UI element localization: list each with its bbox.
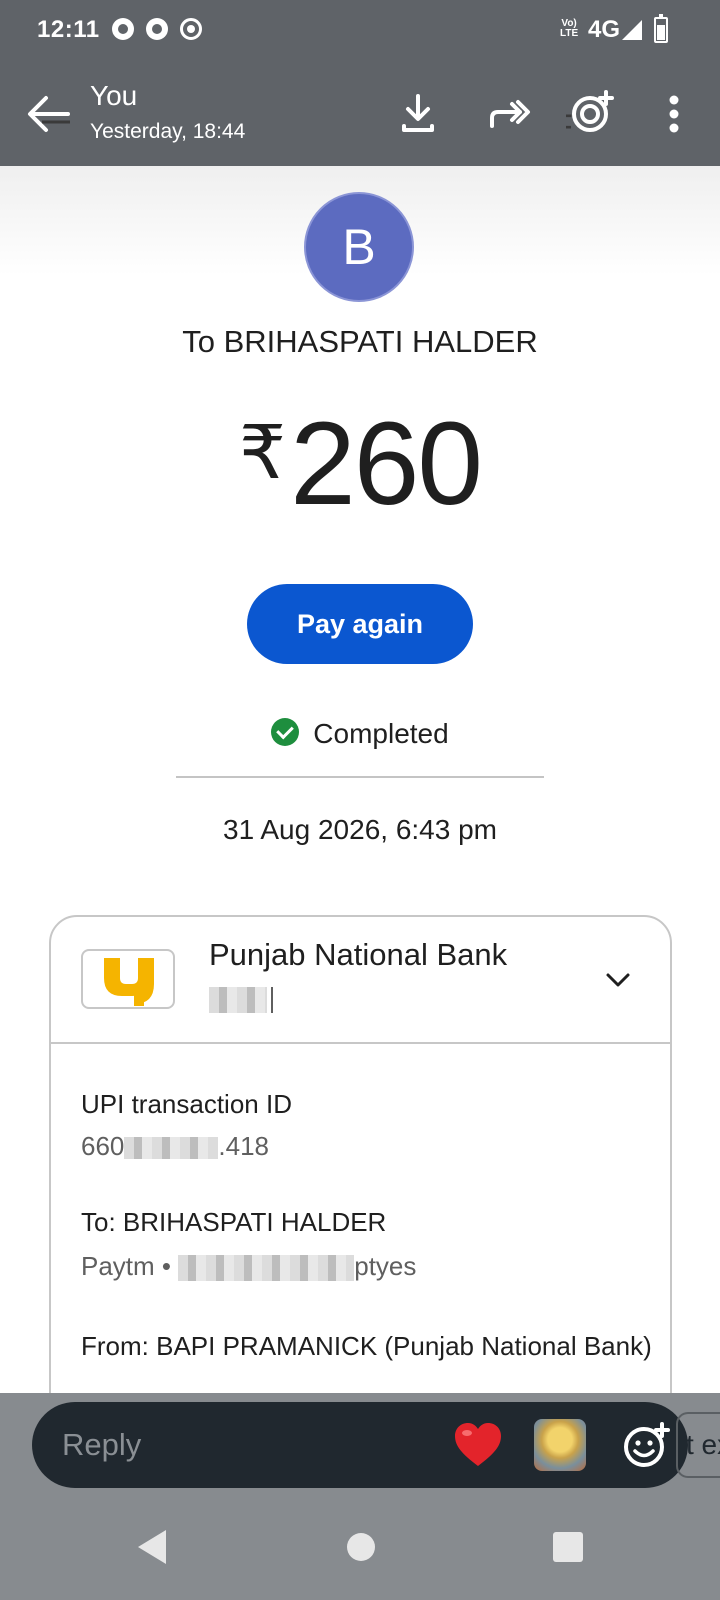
redacted-text xyxy=(178,1255,355,1282)
system-nav-bar xyxy=(0,1516,720,1600)
upi-id-suffix: .418 xyxy=(218,1131,269,1161)
forward-button[interactable] xyxy=(478,86,534,142)
heart-icon xyxy=(455,1423,501,1466)
volte-icon: Vo) LTE xyxy=(560,18,579,39)
reply-suggestion-chip[interactable]: t ex xyxy=(676,1412,720,1478)
nav-home-icon[interactable] xyxy=(347,1533,375,1561)
message-timestamp: Yesterday, 18:44 xyxy=(90,120,246,143)
battery-icon xyxy=(654,14,668,43)
app-bar: You Yesterday, 18:44 F xyxy=(0,62,720,166)
sync-icon xyxy=(180,18,202,40)
download-icon xyxy=(402,94,434,132)
payment-status: Completed xyxy=(0,718,720,750)
transaction-details-card: Punjab National Bank UPI transaction ID … xyxy=(49,915,672,1475)
emoji-add-icon xyxy=(624,1422,670,1467)
nav-recents-icon[interactable] xyxy=(553,1532,583,1562)
status-bar: 12:11 Vo) LTE 4G xyxy=(0,0,720,62)
sticker-reaction-button[interactable] xyxy=(534,1419,586,1471)
bank-logo xyxy=(81,949,175,1009)
currency-symbol: ₹ xyxy=(239,411,287,494)
payment-date-time: 31 Aug 2026, 6:43 pm xyxy=(223,814,497,845)
download-button[interactable] xyxy=(390,86,446,142)
recipient-name: To BRIHASPATI HALDER xyxy=(182,324,538,359)
whatsapp-business-icon xyxy=(146,18,168,40)
reply-input[interactable] xyxy=(62,1402,422,1488)
to-upi-handle: Paytm • ptyes xyxy=(81,1251,416,1282)
back-button[interactable] xyxy=(22,90,74,138)
add-reaction-camera-button[interactable]: F xyxy=(552,86,622,146)
heart-reaction-button[interactable] xyxy=(452,1420,504,1470)
pay-again-button[interactable]: Pay again xyxy=(247,584,473,664)
from-label: From: BAPI PRAMANICK (Punjab National Ba… xyxy=(81,1331,652,1361)
amount-value: 260 xyxy=(290,398,483,530)
bank-name: Punjab National Bank xyxy=(209,937,508,972)
bank-account-row[interactable]: Punjab National Bank xyxy=(51,917,670,1044)
arrow-back-icon xyxy=(28,96,70,132)
camera-add-icon: F xyxy=(552,90,614,146)
redacted-text xyxy=(124,1137,219,1160)
upi-transaction-id-label: UPI transaction ID xyxy=(81,1089,292,1119)
masked-account-number xyxy=(209,987,279,1015)
add-emoji-button[interactable] xyxy=(622,1420,672,1470)
expand-button[interactable] xyxy=(603,965,633,995)
sender-name: You xyxy=(90,80,138,111)
signal-icon xyxy=(622,20,642,40)
redacted-text xyxy=(209,987,267,1013)
handle-suffix: ptyes xyxy=(354,1251,417,1281)
payment-amount: ₹260 xyxy=(0,396,720,532)
upi-id-prefix: 660 xyxy=(81,1131,125,1161)
check-circle-icon xyxy=(271,718,300,746)
more-vert-icon xyxy=(669,95,679,133)
status-text: Completed xyxy=(313,718,449,749)
svg-text:F: F xyxy=(566,108,573,142)
chevron-down-icon xyxy=(606,973,630,987)
status-time: 12:11 xyxy=(37,16,100,43)
upi-transaction-id-value: 660 .418 xyxy=(81,1131,269,1162)
to-label: To: BRIHASPATI HALDER xyxy=(81,1207,387,1237)
provider-name: Paytm • xyxy=(81,1251,172,1281)
forward-icon xyxy=(490,100,530,128)
whatsapp-icon xyxy=(112,18,134,40)
divider xyxy=(176,776,544,778)
recipient-avatar: B xyxy=(304,192,414,302)
pnb-logo-icon xyxy=(104,958,154,1006)
reply-bar xyxy=(32,1402,688,1488)
nav-back-icon[interactable] xyxy=(138,1530,166,1564)
more-options-button[interactable] xyxy=(646,86,702,142)
network-type: 4G xyxy=(588,16,621,43)
